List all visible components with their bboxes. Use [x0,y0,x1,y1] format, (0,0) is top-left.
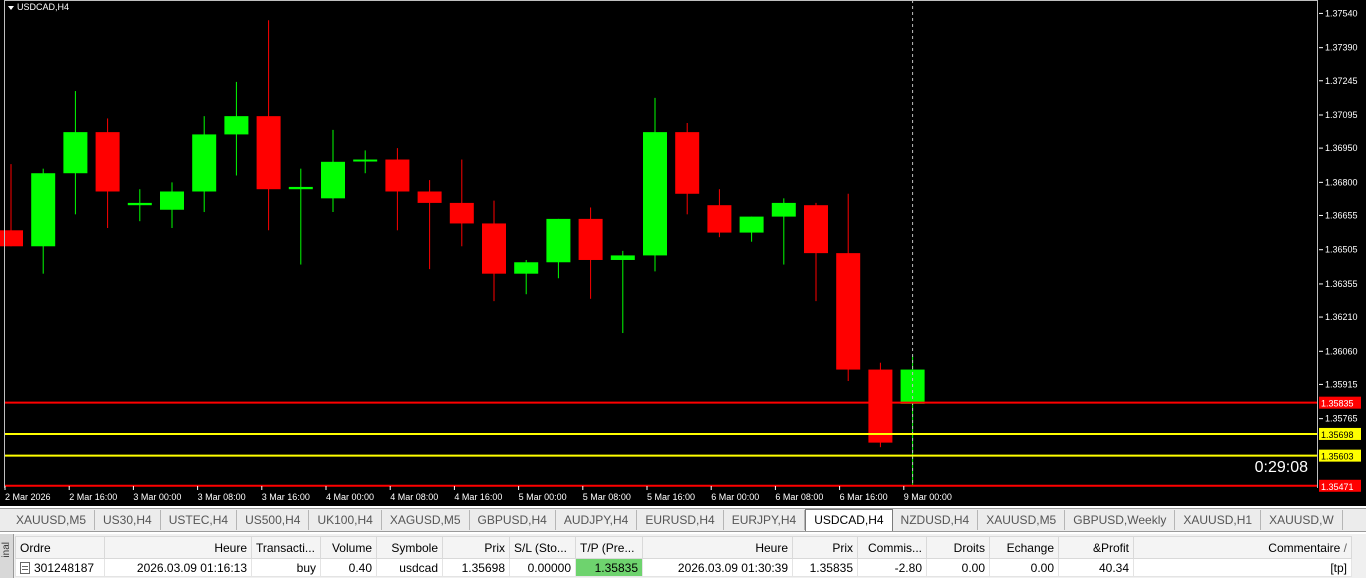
price-axis-label: 1.37540 [1325,8,1358,18]
time-axis-label: 5 Mar 08:00 [583,492,631,502]
tab-xauusd-m5[interactable]: XAUUSD,M5 [978,510,1066,530]
orders-table: Ordre Heure Transacti... Volume Symbole … [15,536,1352,577]
cell-tp: 1.35835 [575,558,643,577]
col-droits[interactable]: Droits [926,536,990,559]
tab-xauusd-m5[interactable]: XAUUSD,M5 [0,510,96,530]
time-axis-label: 4 Mar 00:00 [326,492,374,502]
orders-header-row: Ordre Heure Transacti... Volume Symbole … [15,536,1352,559]
col-commentaire[interactable]: Commentaire / [1133,536,1352,559]
col-prix-close[interactable]: Prix [792,536,858,559]
price-axis-label: 1.35915 [1325,379,1358,389]
cell-commission: -2.80 [857,558,927,577]
cell-volume: 0.40 [320,558,377,577]
col-heure-close[interactable]: Heure [642,536,793,559]
cell-heure: 2026.03.09 01:16:13 [104,558,252,577]
chart-frame [4,0,1318,488]
cell-ordre-text: 301248187 [34,560,95,575]
chart-title: USDCAD,H4 [8,2,69,12]
price-axis-label: 1.36800 [1325,177,1358,187]
col-transaction[interactable]: Transacti... [251,536,321,559]
terminal-side-label[interactable]: inal [0,534,14,578]
price-axis-label: 1.36655 [1325,210,1358,220]
price-axis-label: 1.36060 [1325,346,1358,356]
time-axis-label: 2 Mar 2026 [5,492,51,502]
price-axis-label: 1.36505 [1325,245,1358,255]
tab-gbpusd-h4[interactable]: GBPUSD,H4 [470,510,556,530]
tab-gbpusd-weekly[interactable]: GBPUSD,Weekly [1065,510,1176,530]
col-sl[interactable]: S/L (Sto... [509,536,576,559]
cell-transaction: buy [251,558,321,577]
cell-symbole: usdcad [376,558,443,577]
tab-us30-h4[interactable]: US30,H4 [95,510,161,530]
bid-line-label: 1.35603 [1321,452,1354,462]
chart-title-text: USDCAD,H4 [17,2,70,12]
price-axis-label: 1.37245 [1325,76,1358,86]
cell-prix-close: 1.35835 [792,558,858,577]
time-axis-label: 6 Mar 16:00 [840,492,888,502]
cell-ordre: 301248187 [15,558,105,577]
col-commentaire-label: Commentaire [1268,540,1341,555]
col-tp[interactable]: T/P (Pre... [575,536,643,559]
col-volume[interactable]: Volume [320,536,377,559]
table-row[interactable]: 301248187 2026.03.09 01:16:13 buy 0.40 u… [15,558,1352,577]
time-axis-label: 3 Mar 08:00 [198,492,246,502]
col-commission[interactable]: Commis... [857,536,927,559]
tab-xauusd-h1[interactable]: XAUUSD,H1 [1175,510,1262,530]
tp-line-label: 1.35835 [1321,399,1354,409]
time-axis-label: 4 Mar 08:00 [390,492,438,502]
terminal-panel: inal Ordre Heure Transacti... Volume Sym… [0,534,1366,578]
time-axis-label: 6 Mar 08:00 [775,492,823,502]
sl-line-label: 1.35471 [1321,482,1354,492]
order-document-icon [20,562,30,575]
time-axis-label: 2 Mar 16:00 [69,492,117,502]
time-axis-label: 9 Mar 00:00 [904,492,952,502]
price-axis-label: 1.35765 [1325,414,1358,424]
tab-eurjpy-h4[interactable]: EURJPY,H4 [724,510,806,530]
chart-menu-icon[interactable] [8,5,14,10]
cell-prix: 1.35698 [442,558,510,577]
price-axis-label: 1.37095 [1325,110,1358,120]
tab-eurusd-h4[interactable]: EURUSD,H4 [637,510,724,530]
chart-area[interactable]: 1.37540 1.37390 1.37245 1.37095 1.36950 1.368… [0,0,1366,506]
cell-profit: 40.34 [1058,558,1134,577]
col-profit[interactable]: &Profit [1058,536,1134,559]
tab-uk100-h4[interactable]: UK100,H4 [309,510,382,530]
cell-echange: 0.00 [989,558,1059,577]
cell-sl: 0.00000 [509,558,576,577]
tab-usdcad-h4[interactable]: USDCAD,H4 [805,509,893,531]
tab-nzdusd-h4[interactable]: NZDUSD,H4 [893,510,979,530]
bar-countdown-timer: 0:29:08 [1254,459,1308,476]
col-echange[interactable]: Echange [989,536,1059,559]
time-axis-label: 6 Mar 00:00 [711,492,759,502]
col-ordre[interactable]: Ordre [15,536,105,559]
cell-heure-close: 2026.03.09 01:30:39 [642,558,793,577]
tab-us500-h4[interactable]: US500,H4 [237,510,310,530]
price-axis-label: 1.36950 [1325,143,1358,153]
sort-indicator: / [1343,540,1347,555]
tab-ustec-h4[interactable]: USTEC,H4 [161,510,238,530]
tab-audjpy-h4[interactable]: AUDJPY,H4 [556,510,638,530]
cell-commentaire: [tp] [1133,558,1352,577]
terminal-side-label-text: inal [1,542,12,558]
time-axis-label: 3 Mar 16:00 [262,492,310,502]
time-axis-label: 5 Mar 16:00 [647,492,695,502]
time-axis-label: 4 Mar 16:00 [454,492,502,502]
cell-droits: 0.00 [926,558,990,577]
chart-tabs-bar: XAUUSD,M5 US30,H4 USTEC,H4 US500,H4 UK100,H4… [0,508,1366,532]
tab-xauusd-w[interactable]: XAUUSD,W [1261,510,1343,530]
price-axis-label: 1.36210 [1325,312,1358,322]
col-prix[interactable]: Prix [442,536,510,559]
tab-xagusd-m5[interactable]: XAGUSD,M5 [382,510,470,530]
col-heure[interactable]: Heure [104,536,252,559]
price-axis-label: 1.37390 [1325,43,1358,53]
col-symbole[interactable]: Symbole [376,536,443,559]
open-price-line-label: 1.35698 [1321,430,1354,440]
time-axis-label: 3 Mar 00:00 [133,492,181,502]
time-axis-label: 5 Mar 00:00 [519,492,567,502]
price-axis-label: 1.36355 [1325,279,1358,289]
